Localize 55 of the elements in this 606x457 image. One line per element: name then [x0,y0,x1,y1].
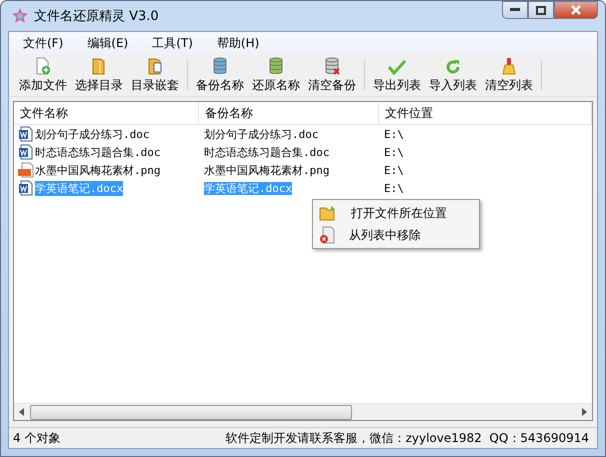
folder-icon [91,57,107,75]
add-file-icon [35,57,51,75]
toolbar-button[interactable]: 清空列表 [481,56,537,94]
toolbar-button[interactable]: 清空备份 [304,56,360,94]
horizontal-scrollbar[interactable] [14,403,592,420]
png-file-icon [18,162,34,178]
toolbar-button[interactable]: 目录嵌套 [127,56,183,94]
minimize-button[interactable] [502,1,528,19]
file-location: E:\ [383,164,405,176]
contact-info: 软件定制开发请联系客服，微信：zyylove1982 QQ：543690914 [226,430,589,446]
database-icon [268,57,284,75]
toolbar-button[interactable]: 导入列表 [425,56,481,94]
folder-icon [319,205,337,221]
maximize-icon [536,6,546,14]
backup-name: 水墨中国风梅花素材.png [204,164,330,176]
column-header[interactable]: 备份名称 [199,102,379,124]
toolbar-button[interactable]: 备份名称 [192,56,248,94]
minimize-icon [510,8,520,12]
backup-name: 划分句子成分练习.doc [204,128,318,140]
database-delete-icon [324,57,340,75]
checkmark-icon [388,59,406,75]
close-icon [570,5,582,15]
column-header[interactable]: 文件名称 [14,102,199,124]
window-title: 文件名还原精灵 V3.0 [34,8,159,25]
toolbar-button[interactable]: 还原名称 [248,56,304,94]
star-logo-icon [12,8,28,24]
menu-item[interactable]: 工具(T) [144,32,201,54]
close-button[interactable] [554,1,598,19]
toolbar-button[interactable]: 添加文件 [15,56,71,94]
file-name[interactable]: 时态语态练习题合集.doc [35,144,160,160]
toolbar-button[interactable]: 导出列表 [369,56,425,94]
broom-icon [501,57,517,75]
context-menu-item[interactable]: 从列表中移除 [349,226,421,244]
remove-file-icon [319,226,335,244]
object-count: 4 个对象 [13,430,60,446]
toolbar-button[interactable]: 选择目录 [71,56,127,94]
file-location: E:\ [383,146,405,158]
menu-item[interactable]: 编辑(E) [79,32,136,54]
word-document-icon [18,126,34,142]
backup-name: 时态语态练习题合集.doc [204,146,330,158]
file-name[interactable]: 水墨中国风梅花素材.png [35,162,160,178]
column-header[interactable]: 文件位置 [379,102,592,124]
folder-document-icon [147,57,163,75]
file-name[interactable]: 划分句子成分练习.doc [35,126,150,142]
context-menu-item[interactable]: 打开文件所在位置 [351,204,447,222]
database-icon [212,57,228,75]
file-location: E:\ [383,182,405,194]
menu-item[interactable]: 文件(F) [15,32,72,54]
file-location: E:\ [383,128,405,140]
maximize-button[interactable] [528,1,554,19]
menu-item[interactable]: 帮助(H) [208,32,268,54]
word-document-icon [18,144,34,160]
backup-name: 学英语笔记.docx [204,182,292,194]
refresh-icon [445,59,461,75]
word-document-icon [18,180,34,196]
